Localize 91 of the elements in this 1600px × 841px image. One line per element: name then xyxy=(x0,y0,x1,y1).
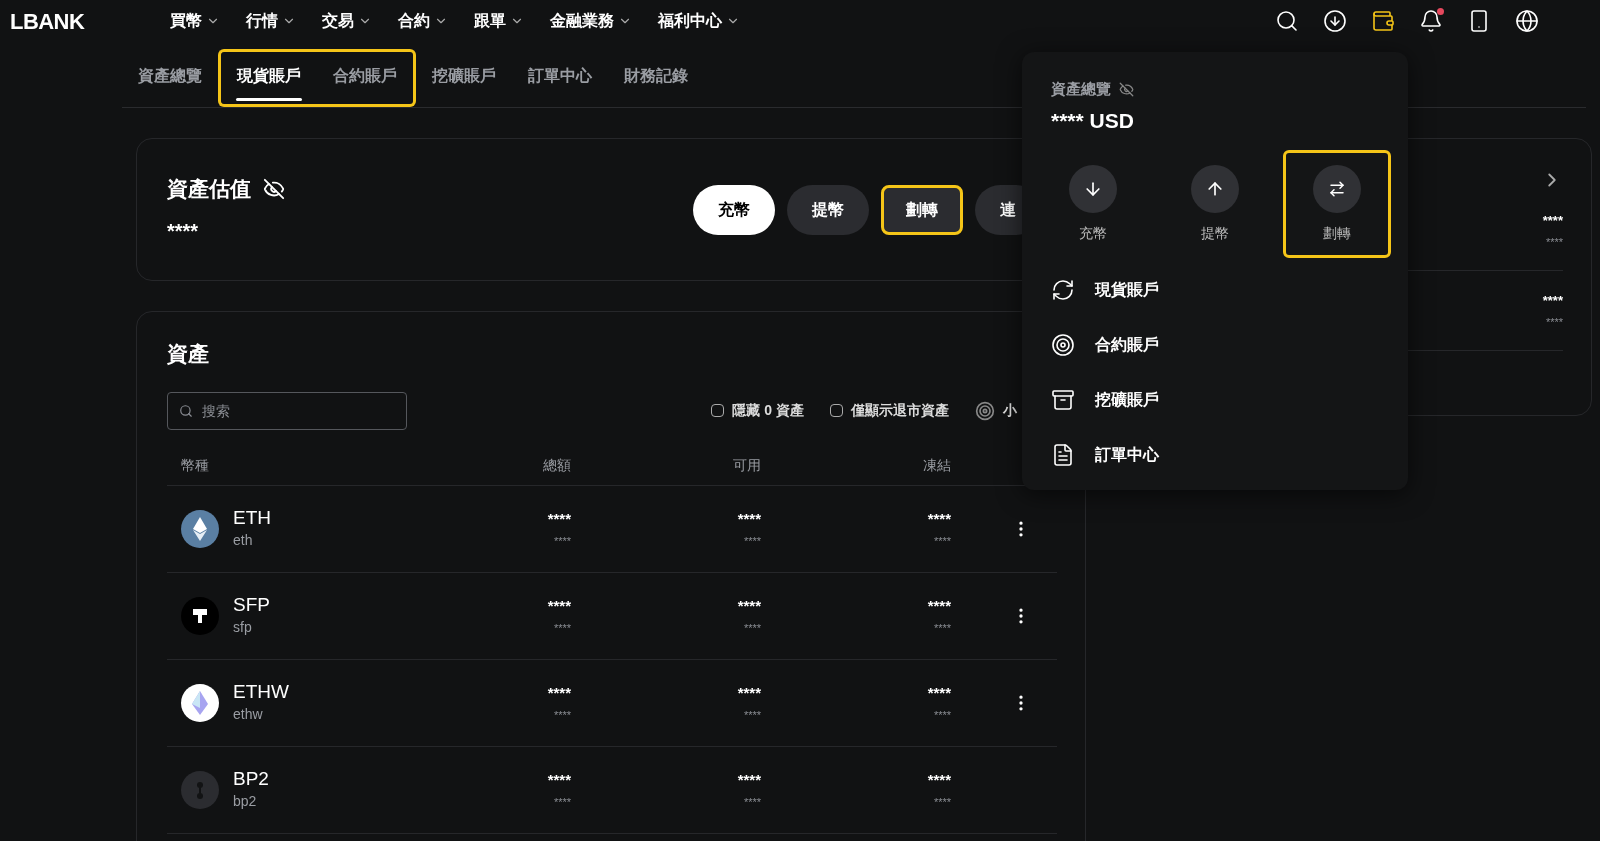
search-field[interactable]: 搜索 xyxy=(167,391,407,430)
nav-menu-item[interactable]: 合約 xyxy=(398,9,448,33)
amount-sub-value: **** xyxy=(1545,235,1563,250)
coin-code: sfp xyxy=(233,618,253,637)
card-title: 資產 xyxy=(167,341,210,367)
search-icon[interactable] xyxy=(1274,8,1300,34)
amount-value: **** xyxy=(547,508,571,529)
amount-sub-value: **** xyxy=(1545,315,1563,330)
archive-icon xyxy=(1051,387,1075,412)
ethereum-icon xyxy=(181,509,219,548)
globe-icon[interactable] xyxy=(1514,8,1540,34)
action-button[interactable]: 劃轉 xyxy=(881,184,963,235)
quick-action[interactable]: 充幣 xyxy=(1039,150,1147,258)
amount-value: **** xyxy=(737,682,761,703)
amount-sub-value: **** xyxy=(933,533,951,549)
amount-value: **** xyxy=(1542,291,1563,310)
coin-code: ethw xyxy=(233,705,264,724)
search-icon xyxy=(179,403,193,418)
filter-label: 小 xyxy=(1003,401,1017,420)
amount-value: **** xyxy=(927,769,951,790)
column-header: 總額 xyxy=(542,455,571,475)
amount-sub-value: **** xyxy=(743,707,761,723)
transfer-icon xyxy=(1328,179,1346,198)
amount-value: **** xyxy=(927,508,951,529)
nav-menu-item[interactable]: 跟單 xyxy=(474,9,524,33)
coin-code: eth xyxy=(233,531,254,550)
checkbox-label: 隱藏 0 資產 xyxy=(732,401,804,420)
checkbox-label: 僅顯示退市資產 xyxy=(851,401,949,420)
coin-code: bp2 xyxy=(233,792,258,811)
account-tab[interactable]: 合約賬戶 xyxy=(317,49,416,107)
amount-value: **** xyxy=(927,682,951,703)
coin-symbol: SFP xyxy=(233,593,270,617)
amount-value: **** xyxy=(737,769,761,790)
amount-sub-value: **** xyxy=(553,794,571,810)
amount-value: **** xyxy=(547,595,571,616)
dropdown-title: 資產總覽 xyxy=(1051,79,1111,99)
amount-sub-value: **** xyxy=(933,620,951,636)
checkbox[interactable] xyxy=(830,404,843,417)
quick-action[interactable]: 劃轉 xyxy=(1283,150,1391,258)
valuation-value: **** xyxy=(167,219,200,245)
amount-value: **** xyxy=(547,682,571,703)
target-icon xyxy=(1051,332,1075,357)
amount-sub-value: **** xyxy=(553,533,571,549)
amount-value: **** xyxy=(1542,211,1563,230)
amount-sub-value: **** xyxy=(553,620,571,636)
nav-menu-item[interactable]: 福利中心 xyxy=(658,9,740,33)
amount-sub-value: **** xyxy=(933,707,951,723)
amount-value: **** xyxy=(547,769,571,790)
checkbox[interactable] xyxy=(711,404,725,417)
amount-value: **** xyxy=(927,595,951,616)
account-tab[interactable]: 訂單中心 xyxy=(512,49,608,107)
menu-item[interactable]: 挖礦賬戶 xyxy=(1051,372,1379,427)
nav-menu-item[interactable]: 交易 xyxy=(322,9,372,33)
amount-sub-value: **** xyxy=(933,794,951,810)
menu-item[interactable]: 合約賬戶 xyxy=(1051,317,1379,372)
coin-symbol: ETH xyxy=(233,506,271,530)
account-tab[interactable]: 資產總覽 xyxy=(122,49,218,107)
download-icon[interactable] xyxy=(1322,8,1348,34)
action-button[interactable]: 充幣 xyxy=(693,184,775,235)
amount-sub-value: **** xyxy=(743,794,761,810)
column-header: 幣種 xyxy=(181,455,210,475)
nav-menu-item[interactable]: 行情 xyxy=(246,9,296,33)
bell-icon[interactable] xyxy=(1418,8,1444,34)
target-icon[interactable] xyxy=(975,400,995,421)
nav-menu-item[interactable]: 金融業務 xyxy=(550,9,632,33)
account-tab[interactable]: 挖礦賬戶 xyxy=(416,49,512,107)
menu-item[interactable]: 現貨賬戶 xyxy=(1051,262,1379,317)
coin-icon xyxy=(181,770,219,809)
coin-icon xyxy=(181,596,219,635)
account-tab[interactable]: 現貨賬戶 xyxy=(218,49,317,107)
wallet-icon[interactable] xyxy=(1370,8,1396,34)
menu-item[interactable]: 訂單中心 xyxy=(1051,427,1379,482)
logo[interactable]: LBANK xyxy=(10,4,160,38)
amount-value: **** xyxy=(737,595,761,616)
amount-value: **** xyxy=(737,508,761,529)
amount-sub-value: **** xyxy=(743,620,761,636)
column-header: 凍結 xyxy=(922,455,951,475)
quick-action[interactable]: 提幣 xyxy=(1161,150,1269,258)
coin-symbol: BP2 xyxy=(233,767,269,791)
column-header: 可用 xyxy=(732,455,761,475)
diamond-coin-icon xyxy=(181,683,219,722)
action-button[interactable]: 提幣 xyxy=(787,184,869,235)
nav-menu-item[interactable]: 買幣 xyxy=(170,9,220,33)
document-icon xyxy=(1051,442,1075,467)
amount-sub-value: **** xyxy=(743,533,761,549)
coin-symbol: ETHW xyxy=(233,680,289,704)
account-tab[interactable]: 財務記錄 xyxy=(608,49,704,107)
balance-value: **** USD xyxy=(1051,107,1135,134)
refresh-icon xyxy=(1051,277,1075,302)
amount-sub-value: **** xyxy=(553,707,571,723)
card-title: 資產估值 xyxy=(167,175,251,202)
